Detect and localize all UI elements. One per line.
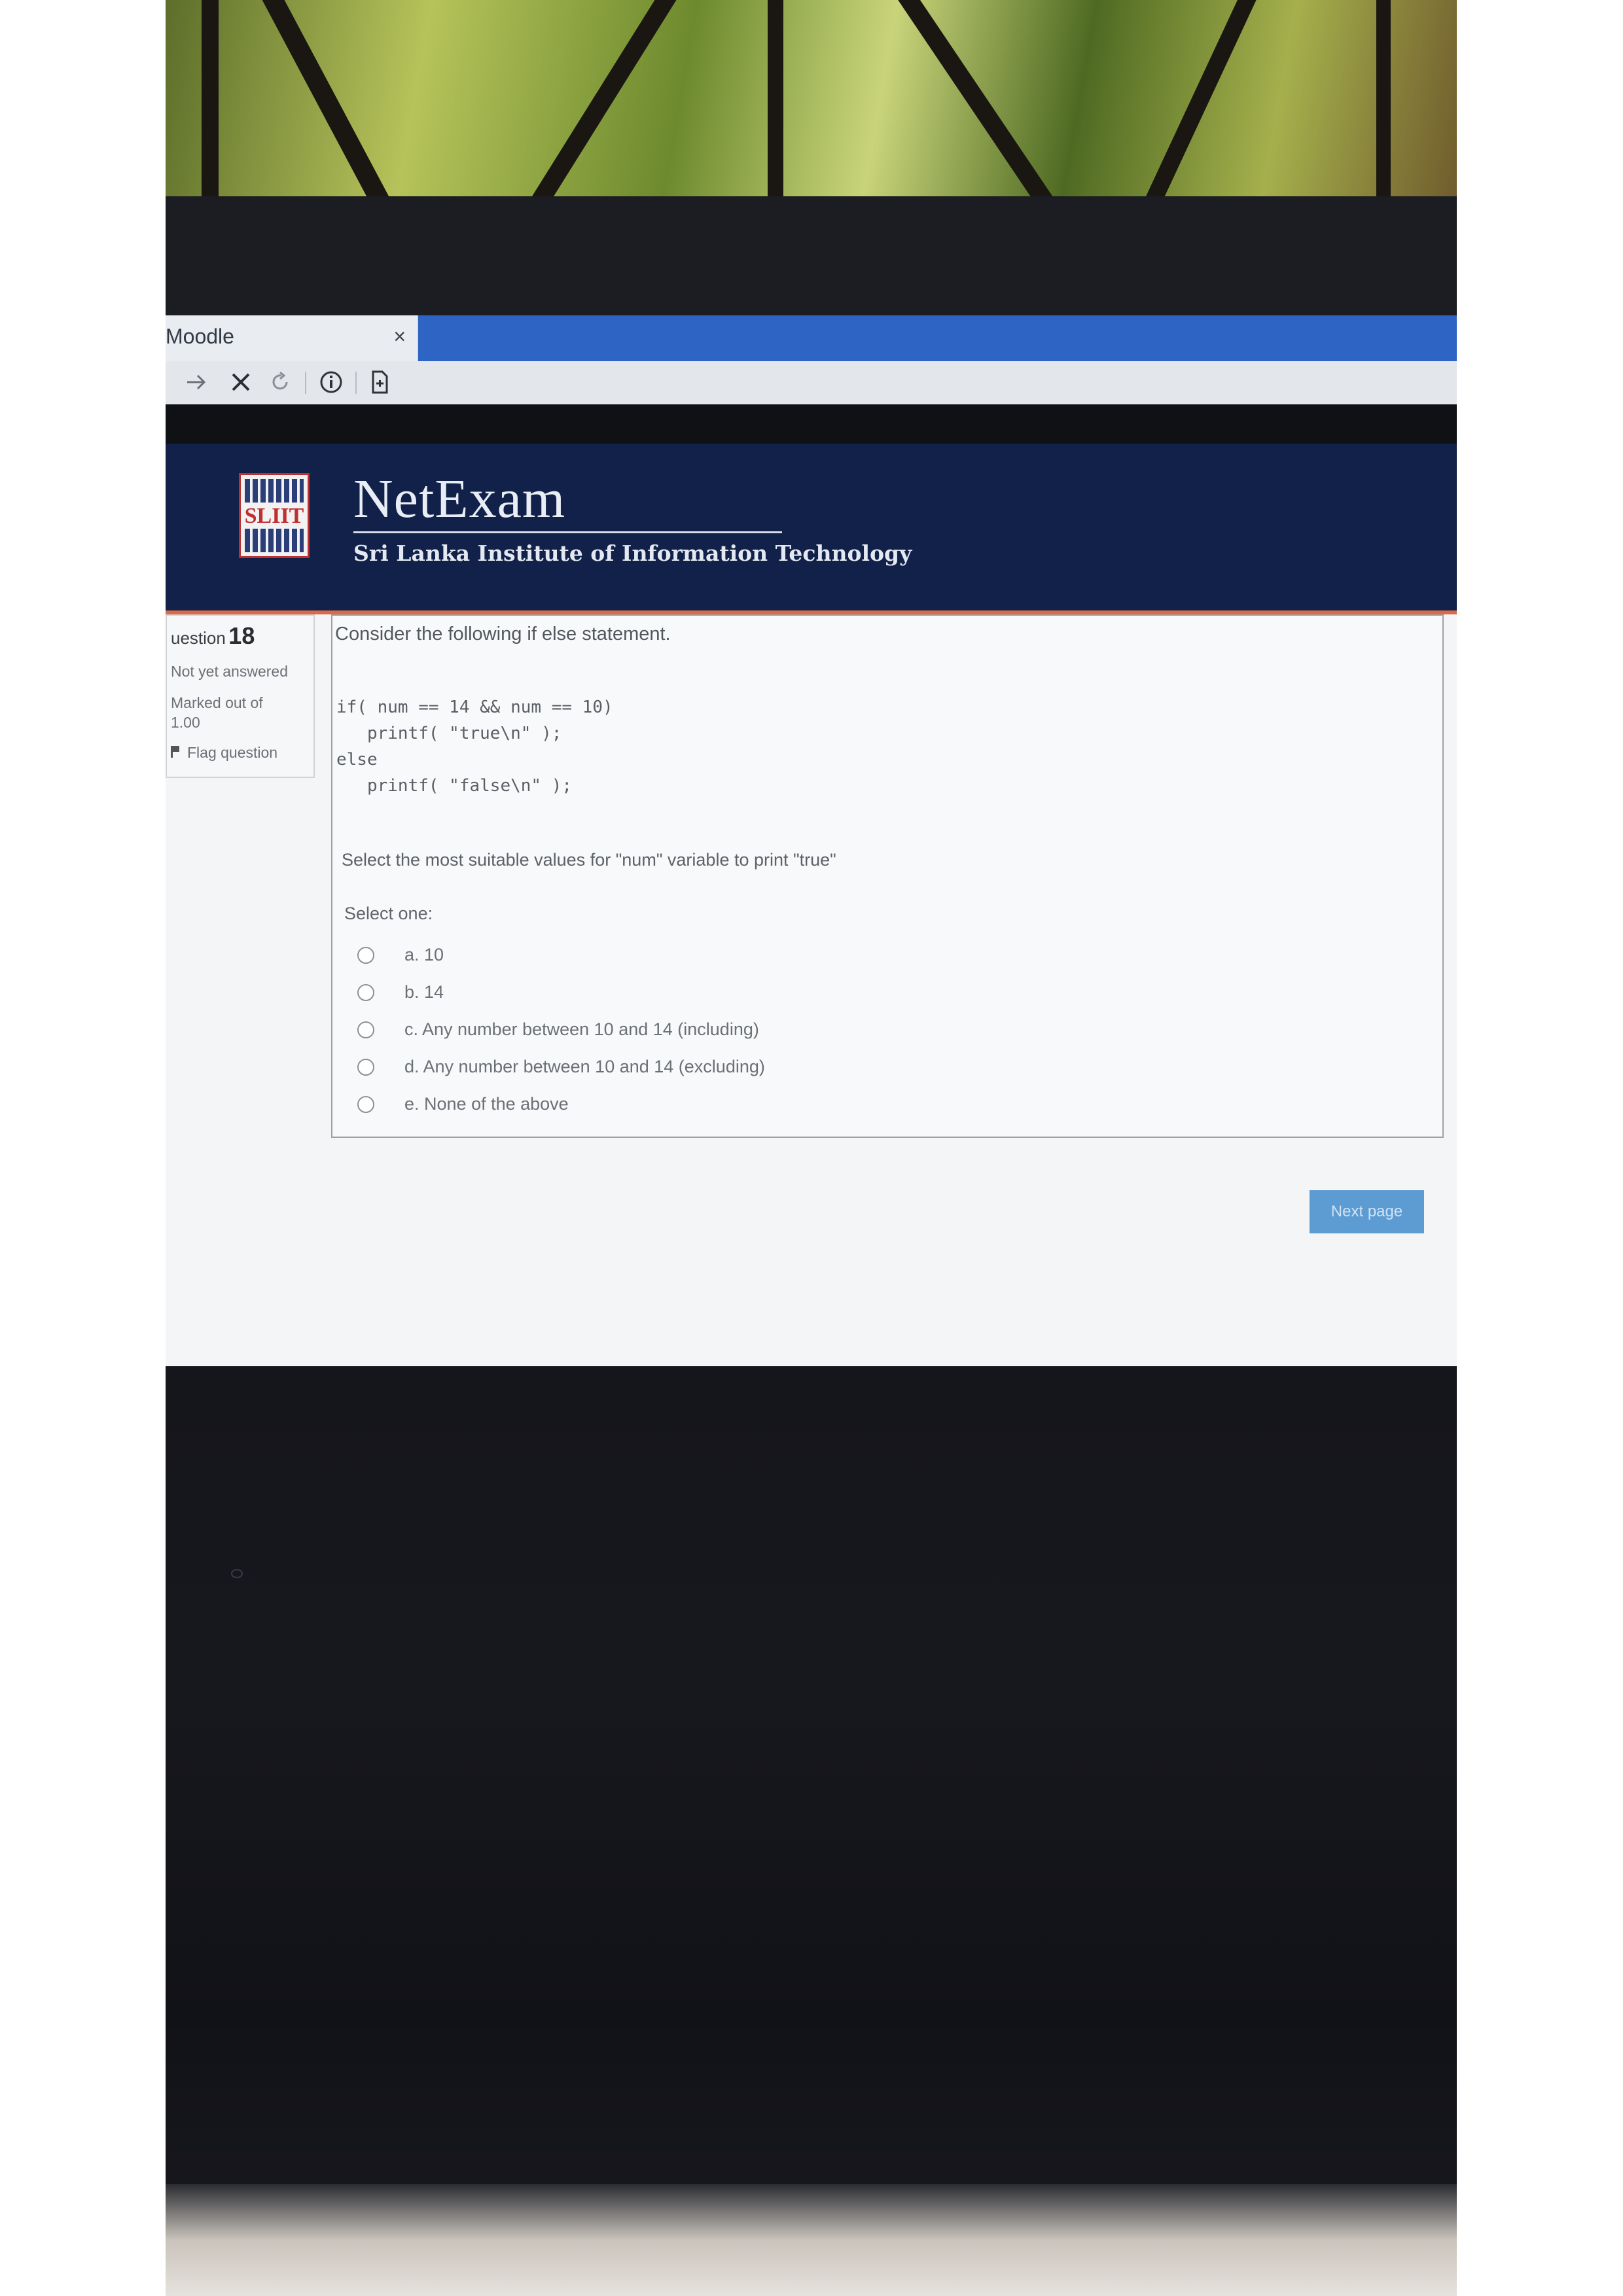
question-status: Not yet answered bbox=[171, 663, 288, 680]
question-panel: Consider the following if else statement… bbox=[331, 614, 1444, 1138]
photo-frame: Moodle × SLIIT NetExam Sri Lanka Institu… bbox=[166, 0, 1457, 2296]
option-label: a. 10 bbox=[404, 945, 444, 964]
flag-question-label: Flag question bbox=[187, 744, 278, 761]
monitor-bezel-top bbox=[166, 196, 1457, 321]
logo-pattern bbox=[245, 529, 304, 552]
reload-icon[interactable] bbox=[265, 366, 295, 398]
info-icon[interactable] bbox=[315, 366, 348, 398]
question-number: 18 bbox=[228, 622, 255, 649]
answer-option-c[interactable]: c. Any number between 10 and 14 (includi… bbox=[357, 1011, 765, 1048]
forward-icon[interactable] bbox=[180, 366, 213, 398]
radio-button[interactable] bbox=[357, 1021, 374, 1038]
radio-button[interactable] bbox=[357, 1095, 374, 1113]
quiz-content: uestion 18 Not yet answered Marked out o… bbox=[166, 614, 1457, 1366]
answer-options: a. 10 b. 14 c. Any number between 10 and… bbox=[357, 936, 765, 1123]
option-label: d. Any number between 10 and 14 (excludi… bbox=[404, 1057, 765, 1076]
option-label: b. 14 bbox=[404, 982, 444, 1002]
browser-toolbar bbox=[166, 361, 1457, 405]
next-page-button[interactable]: Next page bbox=[1310, 1190, 1424, 1233]
question-info-box: uestion 18 Not yet answered Marked out o… bbox=[166, 614, 315, 778]
tab-close-icon[interactable]: × bbox=[393, 325, 406, 349]
monitor-screen: Moodle × SLIIT NetExam Sri Lanka Institu… bbox=[166, 315, 1457, 1366]
desk-surface bbox=[166, 2184, 1457, 2296]
code-snippet: if( num == 14 && num == 10) printf( "tru… bbox=[336, 698, 613, 796]
stop-icon[interactable] bbox=[224, 366, 257, 398]
select-one-label: Select one: bbox=[344, 904, 433, 923]
answer-option-a[interactable]: a. 10 bbox=[357, 936, 765, 974]
title-divider bbox=[353, 531, 782, 533]
background-foliage bbox=[166, 0, 1457, 239]
site-title: NetExam bbox=[353, 468, 566, 529]
toolbar-separator bbox=[355, 372, 357, 394]
screen-gap bbox=[166, 404, 1457, 444]
page-icon[interactable] bbox=[363, 366, 396, 398]
tab-title: Moodle bbox=[166, 325, 234, 348]
question-intro: Consider the following if else statement… bbox=[335, 624, 671, 645]
browser-tab[interactable]: Moodle × bbox=[166, 315, 418, 361]
monitor-bezel-bottom bbox=[166, 1366, 1457, 2296]
question-label: uestion bbox=[171, 628, 226, 648]
radio-button[interactable] bbox=[357, 946, 374, 964]
flag-icon bbox=[171, 746, 182, 758]
answer-option-e[interactable]: e. None of the above bbox=[357, 1086, 765, 1123]
toolbar-separator bbox=[305, 372, 306, 394]
marks-value: 1.00 bbox=[171, 714, 200, 731]
logo-pattern bbox=[245, 479, 304, 503]
site-header: SLIIT NetExam Sri Lanka Institute of Inf… bbox=[166, 444, 1457, 614]
option-label: c. Any number between 10 and 14 (includi… bbox=[404, 1019, 759, 1039]
question-marks: Marked out of 1.00 bbox=[171, 693, 310, 732]
radio-button[interactable] bbox=[357, 1058, 374, 1076]
browser-tabbar: Moodle × bbox=[166, 315, 1457, 361]
question-prompt: Select the most suitable values for "num… bbox=[342, 850, 836, 870]
answer-option-d[interactable]: d. Any number between 10 and 14 (excludi… bbox=[357, 1048, 765, 1086]
logo-text: SLIIT bbox=[244, 504, 304, 528]
answer-option-b[interactable]: b. 14 bbox=[357, 974, 765, 1011]
radio-button[interactable] bbox=[357, 983, 374, 1001]
flag-question-link[interactable]: Flag question bbox=[171, 744, 310, 762]
option-label: e. None of the above bbox=[404, 1094, 569, 1114]
sliit-logo[interactable]: SLIIT bbox=[239, 473, 310, 558]
bezel-indicator-icon bbox=[231, 1569, 243, 1578]
marks-label: Marked out of bbox=[171, 694, 263, 711]
site-subtitle: Sri Lanka Institute of Information Techn… bbox=[353, 540, 912, 566]
